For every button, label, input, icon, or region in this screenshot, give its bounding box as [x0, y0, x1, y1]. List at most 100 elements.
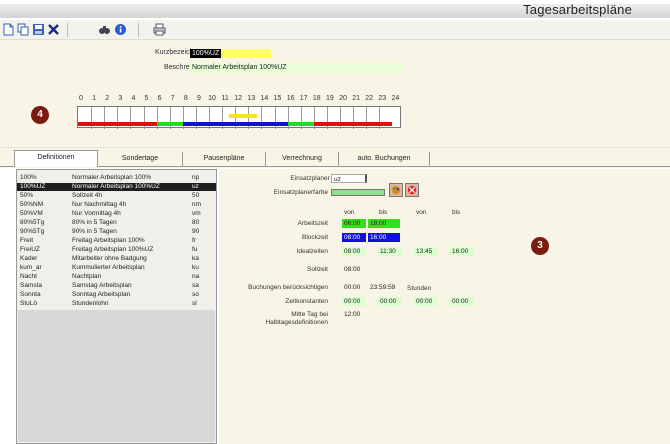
print-icon[interactable] — [153, 23, 166, 36]
delete-icon[interactable] — [47, 23, 60, 36]
plan-name: Normaler Arbeitsplan 100% — [72, 174, 152, 181]
zeitkonstante-1-field[interactable]: 00:00 — [342, 297, 366, 306]
ideal-2-bis-field[interactable]: 16:00 — [450, 247, 474, 256]
zeitkonstante-3-field[interactable]: 00:00 — [414, 297, 438, 306]
plan-name: Samstag Arbeitsplan — [72, 282, 132, 289]
plan-code: kum_ar — [20, 264, 42, 271]
tab-auto-buchungen[interactable]: auto. Buchungen — [339, 152, 430, 167]
save-icon[interactable] — [32, 23, 45, 36]
plan-row[interactable]: 50% Sollzeit 4h 50 — [17, 192, 216, 200]
plan-row[interactable]: StuLö Stundenlohn sl — [17, 300, 216, 308]
eraser-icon — [407, 185, 417, 195]
arbeitszeit-von-field[interactable]: 06:00 — [342, 219, 366, 228]
beschreibung-field[interactable]: Normaler Arbeitsplan 100%UZ — [190, 63, 404, 73]
hour-label: 21 — [352, 95, 360, 102]
tab-pausenplaene[interactable]: Pausenpläne — [183, 152, 266, 167]
ideal-1-bis-field[interactable]: 11:30 — [378, 247, 402, 256]
hour-label: 1 — [92, 95, 97, 102]
window-title: Tagesarbeitspläne — [523, 2, 632, 17]
tab-sondertage[interactable]: Sondertage — [98, 152, 183, 167]
buchungen-von-field[interactable]: 00:00 — [342, 283, 366, 292]
plan-name: Nur Vormittag 4h — [72, 210, 121, 217]
plan-short: 80 — [192, 219, 200, 226]
plan-code: Samsta — [20, 282, 43, 289]
title-bar: Tagesarbeitspläne — [0, 0, 670, 20]
new-icon[interactable] — [2, 23, 15, 36]
plan-short: sl — [192, 300, 197, 307]
einsatzplanerfarbe-label: Einsatzplanerfarbe — [273, 189, 328, 196]
buchungen-unit: Stunden — [407, 285, 432, 292]
info-icon[interactable] — [114, 23, 127, 36]
plan-row[interactable]: Sonnta Sonntag Arbeitsplan so — [17, 291, 216, 299]
arbeitszeit-label: Arbeitszeit — [297, 220, 328, 227]
timeline-segment — [182, 122, 288, 126]
tab-definitionen[interactable]: Definitionen — [14, 150, 98, 167]
plan-row[interactable]: 80%5Tg 80% in 5 Tagen 80 — [17, 219, 216, 227]
buchungen-label: Buchungen berücksichtigen — [248, 284, 328, 291]
plan-row[interactable]: Kader Mitarbeiter ohne Badgung ka — [17, 255, 216, 263]
plan-code: 50% — [20, 192, 34, 199]
plan-short: uz — [192, 183, 199, 190]
mitte-tag-field[interactable]: 12:00 — [342, 310, 366, 319]
hour-label: 16 — [286, 95, 295, 102]
copy-icon[interactable] — [17, 23, 30, 36]
header-panel — [0, 40, 670, 148]
plan-row[interactable]: Nacht Nachtplan na — [17, 273, 216, 281]
color-picker-button[interactable] — [389, 183, 403, 197]
plan-name: Nur Nachmittag 4h — [72, 201, 127, 208]
einsatzplanerfarbe-swatch[interactable] — [331, 189, 385, 196]
hour-label: 10 — [208, 95, 216, 102]
binoculars-icon[interactable] — [98, 23, 111, 36]
plan-short: fu — [192, 246, 198, 253]
sollzeit-label: Sollzeit — [307, 266, 328, 273]
plan-row[interactable]: 100% Normaler Arbeitsplan 100% np — [17, 174, 216, 182]
ideal-1-von-field[interactable]: 08:00 — [342, 247, 366, 256]
blockzeit-bis-field[interactable]: 16:00 — [368, 233, 400, 242]
detail-panel — [219, 169, 670, 444]
plan-row[interactable]: 90%5Tg 90% in 5 Tagen 90 — [17, 228, 216, 236]
plan-row[interactable]: Freit Freitag Arbeitsplan 100% fr — [17, 237, 216, 245]
plan-row[interactable]: Samsta Samstag Arbeitsplan sa — [17, 282, 216, 290]
plan-code: 100%UZ — [20, 183, 46, 190]
hour-label: 12 — [234, 95, 243, 102]
plan-short: sa — [192, 282, 199, 289]
reset-color-button[interactable] — [405, 183, 419, 197]
zeitkonstante-4-field[interactable]: 00:00 — [450, 297, 474, 306]
hour-label: 8 — [183, 95, 188, 102]
tab-verrechnung[interactable]: Verrechnung — [266, 152, 339, 167]
plan-row[interactable]: 100%UZ Normaler Arbeitsplan 100%UZ uz — [17, 183, 216, 191]
hour-label: 23 — [378, 95, 387, 102]
plan-name: Stundenlohn — [72, 300, 109, 307]
plan-list[interactable]: 100% Normaler Arbeitsplan 100% np 100%UZ Nor… — [16, 169, 217, 444]
plan-code: 90%5Tg — [20, 228, 45, 235]
mitte-tag-label: Mitte Tag bei — [291, 311, 328, 318]
blockzeit-von-field[interactable]: 08:00 — [342, 233, 366, 242]
kurzbezeichnung-field[interactable]: 100%UZ — [190, 49, 222, 58]
plan-name: Normaler Arbeitsplan 100%UZ — [72, 183, 160, 190]
arbeitszeit-bis-field[interactable]: 18:00 — [368, 219, 400, 228]
ideal-2-von-field[interactable]: 13:45 — [414, 247, 438, 256]
timeline-segment — [156, 122, 183, 126]
buchungen-bis-field[interactable]: 23:59:59 — [368, 283, 404, 292]
sollzeit-field[interactable]: 08:00 — [342, 265, 366, 274]
plan-code: FreiUZ — [20, 246, 40, 253]
einsatzplaner-kuerzel-field[interactable]: uz — [331, 174, 367, 183]
tab-bar: Definitionen Sondertage Pausenpläne Verr… — [0, 148, 670, 168]
plan-row[interactable]: 50%VM Nur Vormittag 4h vm — [17, 210, 216, 218]
zeitkonstanten-label: Zeitkonstanten — [285, 298, 328, 305]
plan-name: Freitag Arbeitsplan 100%UZ — [72, 246, 154, 253]
plan-name: Kummulierter Arbeitsplan — [72, 264, 145, 271]
idealzeiten-label: Idealzeiten — [296, 248, 328, 255]
plan-row[interactable]: kum_ar Kummulierter Arbeitsplan ku — [17, 264, 216, 272]
plan-row[interactable]: FreiUZ Freitag Arbeitsplan 100%UZ fu — [17, 246, 216, 254]
plan-name: Sollzeit 4h — [72, 192, 102, 199]
plan-code: 50%VM — [20, 210, 43, 217]
plan-short: fr — [192, 237, 196, 244]
plan-row[interactable]: 50%NM Nur Nachmittag 4h nm — [17, 201, 216, 209]
hour-label: 20 — [339, 95, 347, 102]
plan-short: ku — [192, 264, 199, 271]
plan-name: Nachtplan — [72, 273, 102, 280]
timeline-segment — [287, 122, 314, 126]
col-von-header: von — [344, 209, 355, 216]
zeitkonstante-2-field[interactable]: 00:00 — [378, 297, 402, 306]
